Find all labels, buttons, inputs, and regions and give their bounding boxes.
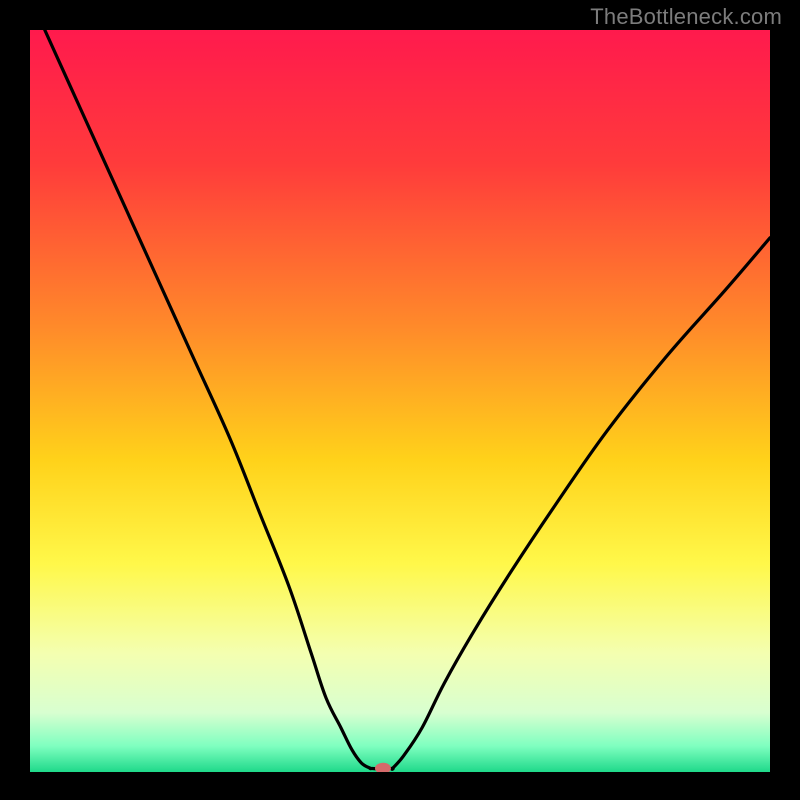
plot-area	[30, 30, 770, 772]
chart-frame: TheBottleneck.com	[0, 0, 800, 800]
watermark-text: TheBottleneck.com	[590, 4, 782, 30]
gradient-background	[30, 30, 770, 772]
chart-svg	[30, 30, 770, 772]
